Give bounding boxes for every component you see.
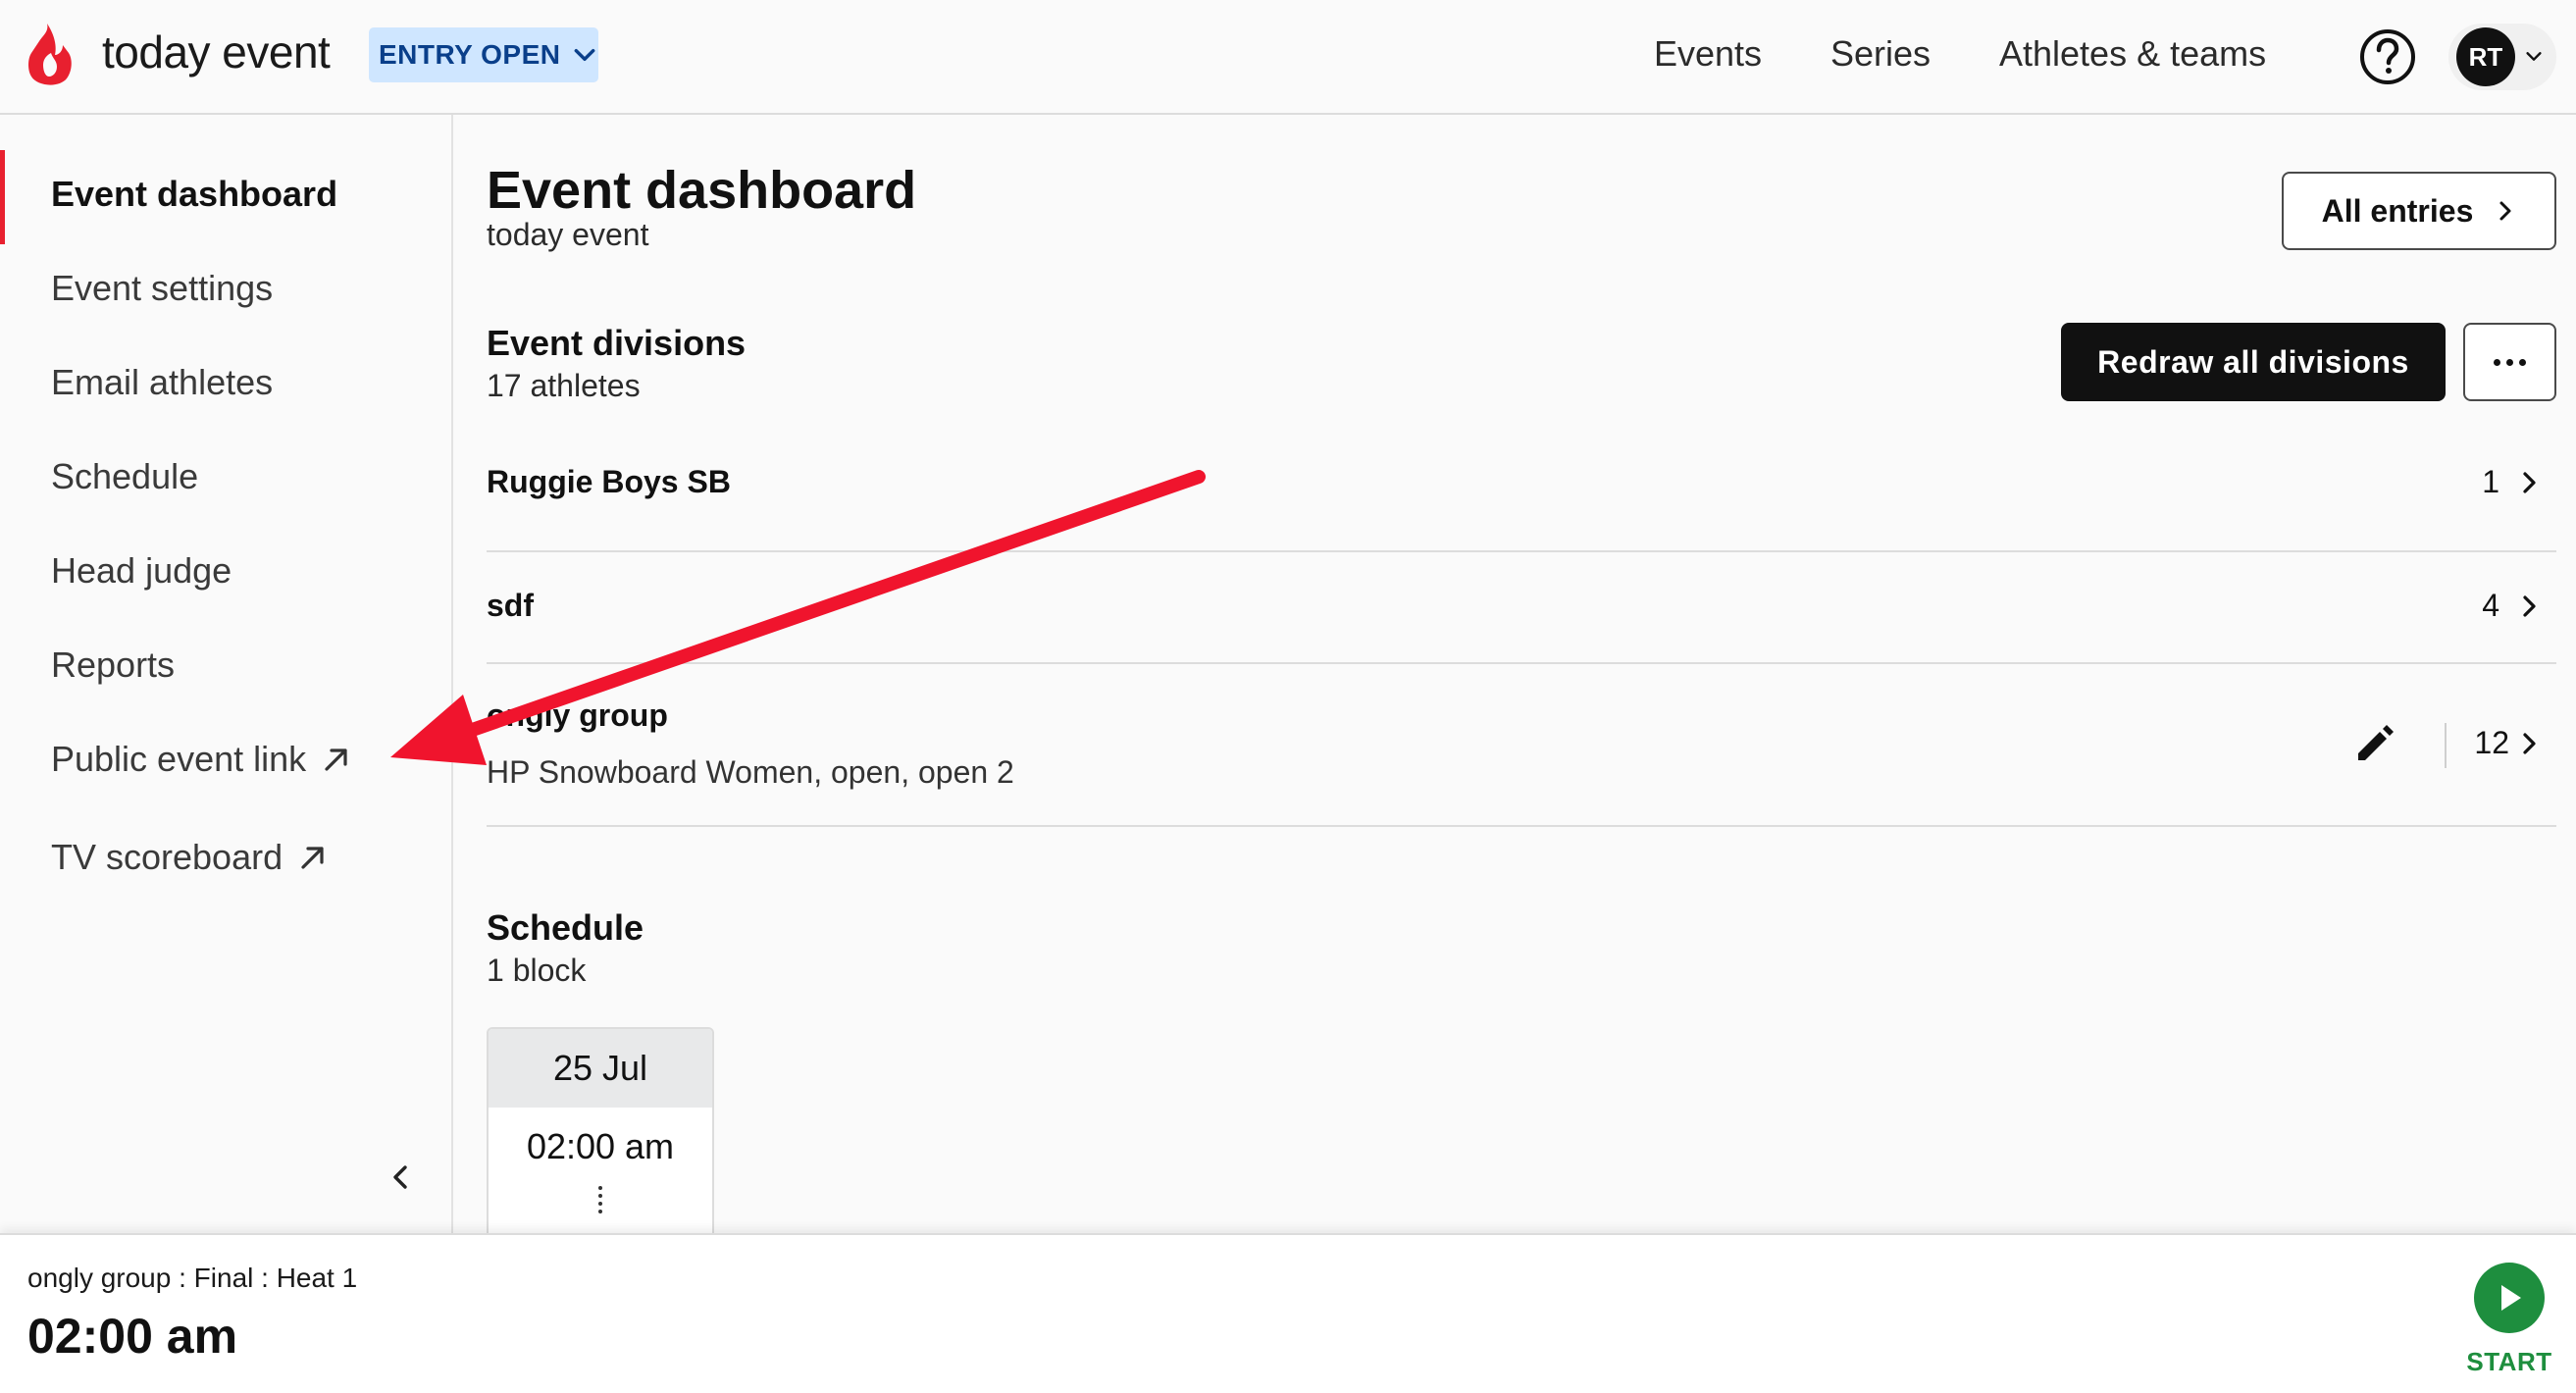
current-heat-label: ongly group : Final : Heat 1	[27, 1263, 358, 1293]
sidebar-item-event-dashboard[interactable]: Event dashboard	[51, 174, 337, 215]
active-indicator	[0, 150, 5, 244]
division-row[interactable]: sdf 4	[487, 552, 2556, 664]
division-athlete-count: 4	[2482, 588, 2499, 623]
page-title: Event dashboard	[487, 161, 917, 220]
external-link-icon	[301, 847, 324, 869]
help-icon[interactable]	[2358, 27, 2417, 86]
schedule-block-time: 02:00 am	[526, 1126, 675, 1166]
brand-name[interactable]: today event	[102, 26, 331, 78]
more-dot	[2506, 358, 2513, 366]
sidebar-item-public-event-link[interactable]: Public event link	[51, 739, 353, 780]
division-name: Ruggie Boys SB	[487, 464, 731, 499]
sidebar-item-label: Public event link	[51, 739, 307, 779]
sidebar-item-label: Head judge	[51, 550, 232, 591]
sidebar-item-tv-scoreboard[interactable]: TV scoreboard	[51, 837, 330, 878]
play-icon	[2474, 1263, 2545, 1333]
start-label: START	[2466, 1347, 2552, 1376]
status-badge-label: ENTRY OPEN	[379, 39, 561, 70]
chevron-right-icon	[2523, 472, 2536, 493]
redraw-all-divisions-button[interactable]: Redraw all divisions	[2061, 323, 2446, 401]
page-subtitle: today event	[487, 217, 649, 252]
sidebar-item-head-judge[interactable]: Head judge	[51, 550, 232, 592]
more-dot	[2494, 358, 2500, 366]
division-row[interactable]: Ruggie Boys SB 1	[487, 429, 2556, 552]
pencil-icon[interactable]	[2352, 723, 2396, 766]
all-entries-button[interactable]: All entries	[2282, 172, 2556, 250]
sidebar-item-label: Event settings	[51, 268, 274, 308]
external-link-icon	[325, 748, 347, 771]
sidebar-item-label: Schedule	[51, 456, 199, 496]
top-bar: today event ENTRY OPEN Events Series Ath…	[0, 0, 2576, 115]
entry-status-dropdown[interactable]: ENTRY OPEN	[369, 27, 598, 82]
division-athlete-count: 12	[2474, 725, 2509, 760]
chevron-down-icon	[575, 48, 595, 62]
divisions-subtitle: 17 athletes	[487, 368, 641, 403]
sidebar-item-label: Reports	[51, 645, 176, 685]
division-name: sdf	[487, 588, 534, 623]
sidebar: Event dashboard Event settings Email ath…	[0, 115, 453, 1233]
sidebar-item-reports[interactable]: Reports	[51, 645, 175, 686]
division-athlete-count: 1	[2482, 464, 2499, 499]
division-name: ongly group	[487, 697, 668, 733]
sidebar-item-event-settings[interactable]: Event settings	[51, 268, 273, 309]
current-heat-time: 02:00 am	[27, 1309, 238, 1364]
current-heat-bar: ongly group : Final : Heat 1 02:00 am ST…	[0, 1233, 2576, 1393]
sidebar-item-label: Email athletes	[51, 362, 274, 402]
more-options-button[interactable]	[2463, 323, 2556, 401]
more-vertical-icon	[489, 1186, 712, 1213]
more-dot	[2519, 358, 2526, 366]
sidebar-item-label: TV scoreboard	[51, 837, 283, 877]
main-content: Event dashboard today event All entries …	[487, 115, 2556, 1243]
avatar: RT	[2456, 27, 2515, 86]
chevron-right-icon	[2499, 201, 2511, 221]
chevron-right-icon	[2523, 595, 2536, 617]
user-menu[interactable]: RT	[2448, 24, 2556, 90]
divisions-title: Event divisions	[487, 323, 747, 363]
all-entries-label: All entries	[2321, 192, 2474, 229]
nav-athletes-teams[interactable]: Athletes & teams	[1999, 33, 2266, 75]
schedule-block-card[interactable]: 25 Jul 02:00 am	[487, 1027, 714, 1243]
sidebar-item-schedule[interactable]: Schedule	[51, 456, 198, 497]
collapse-sidebar-icon[interactable]	[385, 1161, 418, 1194]
schedule-title: Schedule	[487, 907, 644, 948]
nav-events[interactable]: Events	[1654, 33, 1762, 75]
start-heat-button[interactable]: START	[2460, 1263, 2558, 1390]
row-divider	[2445, 723, 2447, 768]
chevron-down-icon	[2526, 52, 2542, 61]
sidebar-item-email-athletes[interactable]: Email athletes	[51, 362, 273, 403]
schedule-subtitle: 1 block	[487, 953, 587, 988]
nav-series[interactable]: Series	[1830, 33, 1931, 75]
schedule-block-date: 25 Jul	[489, 1029, 712, 1108]
sidebar-item-label: Event dashboard	[51, 174, 338, 214]
chevron-right-icon	[2523, 733, 2536, 754]
division-description: HP Snowboard Women, open, open 2	[487, 754, 1014, 790]
logo-icon[interactable]	[24, 22, 75, 88]
division-row[interactable]: ongly group HP Snowboard Women, open, op…	[487, 664, 2556, 827]
